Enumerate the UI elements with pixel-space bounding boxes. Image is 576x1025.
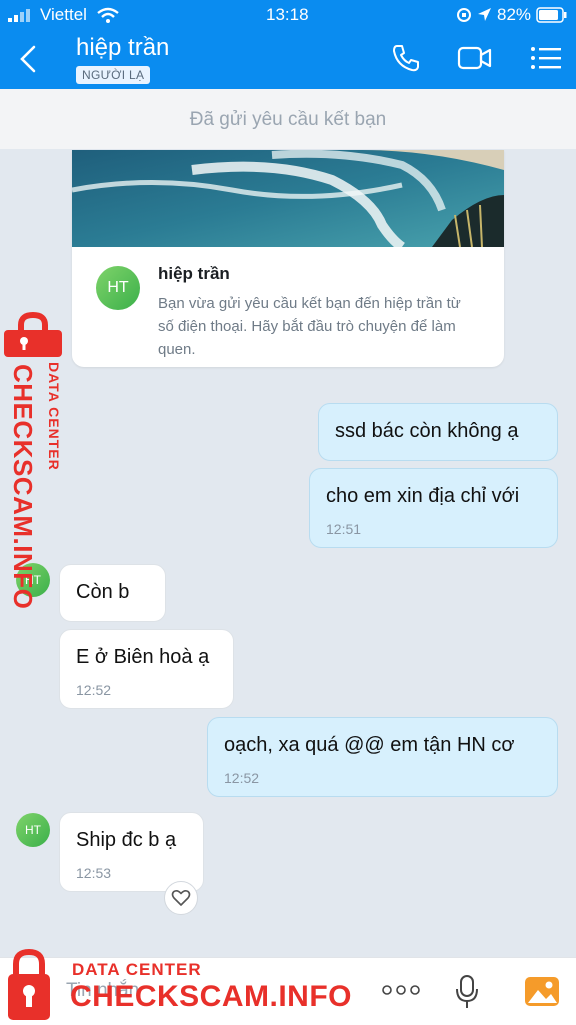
react-heart-button[interactable]	[164, 881, 198, 915]
menu-icon[interactable]	[530, 43, 562, 73]
watermark-line1: DATA CENTER	[46, 362, 62, 471]
contact-name[interactable]: hiệp trần	[76, 34, 169, 62]
video-call-icon[interactable]	[457, 43, 493, 73]
image-icon[interactable]	[524, 974, 560, 1008]
profile-card[interactable]: HT hiệp trần Bạn vừa gửi yêu cầu kết bạn…	[72, 150, 504, 367]
message-time: 12:53	[76, 865, 112, 881]
more-icon[interactable]	[382, 984, 420, 996]
phone-icon[interactable]	[391, 43, 421, 73]
cover-photo	[72, 150, 504, 247]
wifi-icon	[97, 7, 119, 23]
battery-icon	[536, 7, 567, 23]
message-text: cho em xin địa chỉ với	[326, 485, 520, 507]
battery-percent: 82%	[497, 5, 532, 24]
message-time: 12:52	[224, 770, 260, 786]
message-bubble-outgoing[interactable]: ssd bác còn không ạ	[318, 403, 558, 461]
status-bar: Viettel 13:18 82%	[0, 0, 576, 30]
card-contact-name: hiệp trần	[158, 264, 230, 283]
rotation-lock-icon	[457, 8, 471, 22]
message-text: Còn b	[76, 581, 130, 603]
lock-logo-icon	[8, 948, 50, 1020]
watermark-bottom: DATA CENTER CHECKSCAM.INFO	[0, 946, 360, 1024]
signal-icon	[8, 9, 30, 22]
watermark-vertical: DATA CENTER CHECKSCAM.INFO	[4, 312, 66, 609]
message-time: 12:52	[76, 682, 112, 698]
message-bubble-incoming[interactable]: E ở Biên hoà ạ 12:52	[59, 629, 234, 709]
lock-logo-icon	[4, 312, 62, 357]
sender-avatar[interactable]: HT	[16, 813, 50, 847]
message-text: E ở Biên hoà ạ	[76, 646, 210, 668]
heart-icon	[171, 890, 191, 906]
message-bubble-outgoing[interactable]: oạch, xa quá @@ em tận HN cơ 12:52	[207, 717, 558, 797]
clock: 13:18	[266, 5, 309, 24]
message-text: ssd bác còn không ạ	[335, 420, 519, 442]
message-bubble-outgoing[interactable]: cho em xin địa chỉ với 12:51	[309, 468, 558, 548]
carrier-name: Viettel	[40, 5, 87, 24]
message-bubble-incoming[interactable]: Ship đc b ạ 12:53	[59, 812, 204, 892]
back-icon[interactable]	[18, 44, 38, 74]
watermark-line1: DATA CENTER	[72, 960, 202, 979]
friend-request-notice: Đã gửi yêu cầu kết bạn	[0, 89, 576, 149]
location-icon	[478, 8, 491, 21]
watermark-line2: CHECKSCAM.INFO	[70, 980, 352, 1013]
message-bubble-incoming[interactable]: Còn b	[59, 564, 166, 622]
message-time: 12:51	[326, 521, 362, 537]
message-text: Ship đc b ạ	[76, 829, 177, 851]
mic-icon[interactable]	[454, 974, 480, 1010]
card-description: Bạn vừa gửi yêu cầu kết bạn đến hiệp trầ…	[158, 295, 461, 358]
watermark-line2: CHECKSCAM.INFO	[8, 364, 38, 610]
message-text: oạch, xa quá @@ em tận HN cơ	[224, 734, 515, 756]
contact-avatar[interactable]: HT	[96, 266, 140, 310]
chat-header: hiệp trần NGƯỜI LẠ	[0, 30, 576, 89]
stranger-badge: NGƯỜI LẠ	[76, 66, 151, 84]
